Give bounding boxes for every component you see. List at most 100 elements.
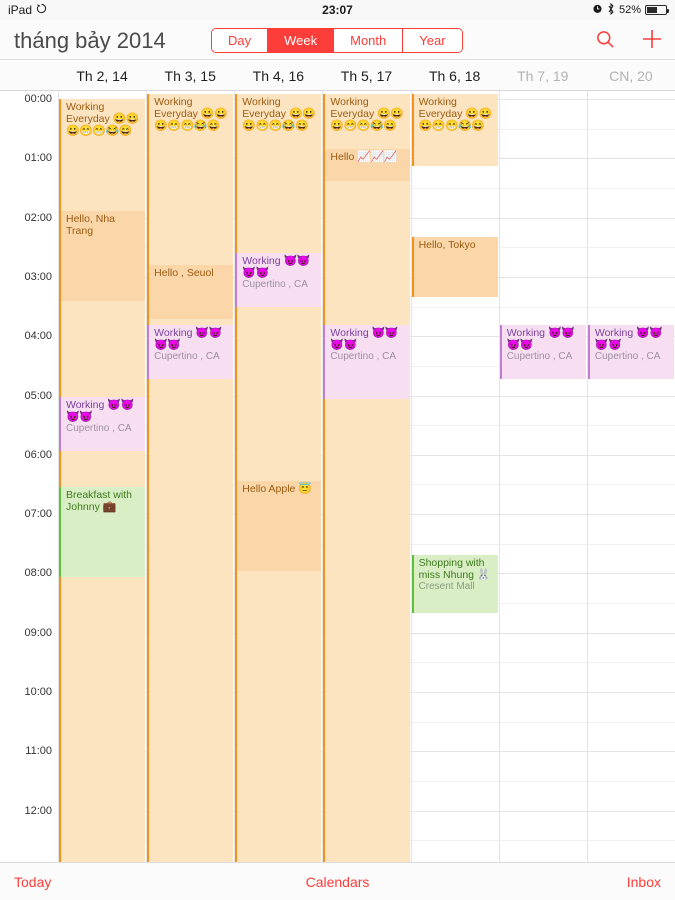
event-title: Working 😈😈😈😈 xyxy=(594,327,663,351)
calendar-event[interactable]: Hello, Nha Trang xyxy=(59,211,146,301)
calendar-event[interactable]: Working 😈😈😈😈 Cupertino , CA xyxy=(587,325,674,379)
time-label: 09:00 xyxy=(24,626,52,639)
event-emoji: 😈😈😈😈 xyxy=(242,255,310,279)
event-emoji: 😀😀😀😁😁😂😄 xyxy=(66,113,140,137)
search-icon[interactable] xyxy=(596,30,615,49)
event-title: Hello , Seuol xyxy=(154,267,214,279)
event-title: Working Everyday 😀😀😀😁😁😂😄 xyxy=(154,96,228,132)
event-emoji: 💼 xyxy=(102,501,117,513)
event-title: Hello Apple 😇 xyxy=(242,483,312,495)
calendar-event[interactable]: Working 😈😈😈😈 Cupertino , CA xyxy=(147,325,234,379)
alarm-icon xyxy=(592,3,603,17)
day-header-wed[interactable]: Th 4, 16 xyxy=(234,61,322,90)
event-emoji: 😀😀😀😁😁😂😄 xyxy=(242,108,316,132)
event-location: Cresent Mall xyxy=(418,581,475,592)
calendar-app: iPad 23:07 52% tháng bảy 2014 Day Week M… xyxy=(0,0,675,900)
time-label: 04:00 xyxy=(24,330,52,343)
nav-actions xyxy=(596,28,663,50)
day-header-mon[interactable]: Th 2, 14 xyxy=(58,61,146,90)
event-emoji: 😇 xyxy=(298,483,312,495)
event-location: Cupertino , CA xyxy=(506,351,573,362)
event-title: Hello, Nha Trang xyxy=(66,213,116,237)
status-bar: iPad 23:07 52% xyxy=(0,0,675,20)
calendar-event[interactable]: Hello 📈📈📈 xyxy=(323,149,410,181)
event-title: Hello 📈📈📈 xyxy=(330,151,397,163)
event-title: Working 😈😈😈😈 xyxy=(66,399,134,423)
event-emoji: 😈😈😈😈 xyxy=(506,327,575,351)
calendar-event[interactable]: Hello , Seuol xyxy=(147,265,234,319)
event-emoji: 📈📈📈 xyxy=(357,151,397,163)
time-label: 11:00 xyxy=(25,745,52,758)
column-divider xyxy=(498,91,500,862)
day-header-fri[interactable]: Th 6, 18 xyxy=(411,61,499,90)
calendar-event[interactable]: Hello, Tokyo xyxy=(411,237,498,297)
event-location: Cupertino , CA xyxy=(330,351,397,362)
day-header-gutter xyxy=(0,61,58,90)
battery-percent-label: 52% xyxy=(618,4,641,16)
calendar-event[interactable]: Working Everyday 😀😀😀😁😁😂😄 xyxy=(235,94,322,862)
time-label: 12:00 xyxy=(24,804,52,817)
calendar-event[interactable]: Working 😈😈😈😈 Cupertino , CA xyxy=(323,325,410,399)
time-label: 02:00 xyxy=(24,211,52,224)
event-title: Hello, Tokyo xyxy=(418,239,476,251)
plus-icon[interactable] xyxy=(641,28,663,50)
calendar-event[interactable]: Working 😈😈😈😈 Cupertino , CA xyxy=(235,253,322,307)
event-emoji: 😀😀😀😁😁😂😄 xyxy=(330,108,404,132)
nav-bar: tháng bảy 2014 Day Week Month Year xyxy=(0,20,675,60)
battery-icon xyxy=(645,5,669,15)
column-divider xyxy=(410,91,412,862)
calendar-event[interactable]: Working 😈😈😈😈 Cupertino , CA xyxy=(499,325,586,379)
day-header-sat[interactable]: Th 7, 19 xyxy=(499,61,587,90)
calendar-event[interactable]: Working Everyday 😀😀😀😁😁😂😄 xyxy=(411,94,498,166)
time-label: 08:00 xyxy=(24,567,52,580)
calendar-event[interactable]: Shopping with miss Nhung 🐰 Cresent Mall xyxy=(411,555,498,613)
event-location: Cupertino , CA xyxy=(66,423,132,434)
time-label: 01:00 xyxy=(24,152,52,165)
bluetooth-icon xyxy=(607,2,615,18)
tab-month[interactable]: Month xyxy=(334,29,404,52)
event-title: Working 😈😈😈😈 xyxy=(506,327,575,351)
day-header-tue[interactable]: Th 3, 15 xyxy=(146,61,234,90)
event-location: Cupertino , CA xyxy=(594,351,661,362)
page-title: tháng bảy 2014 xyxy=(14,28,166,53)
event-emoji: 😈😈😈😈 xyxy=(154,327,222,351)
event-emoji: 😈😈😈😈 xyxy=(594,327,663,351)
week-grid[interactable]: Working Everyday 😀😀😀😁😁😂😄 Hello, Nha Trang… xyxy=(0,91,675,862)
event-emoji: 😀😀😀😁😁😂😄 xyxy=(418,108,493,132)
calendar-event[interactable]: Hello Apple 😇 xyxy=(235,481,322,571)
column-divider xyxy=(586,91,588,862)
event-location: Cupertino , CA xyxy=(154,351,220,362)
view-mode-segmented-control[interactable]: Day Week Month Year xyxy=(211,28,463,53)
calendar-event[interactable]: Working Everyday 😀😀😀😁😁😂😄 xyxy=(323,94,410,862)
tab-year[interactable]: Year xyxy=(403,29,462,52)
day-header-sun[interactable]: CN, 20 xyxy=(587,61,675,90)
calendars-button[interactable]: Calendars xyxy=(0,874,675,890)
tab-day[interactable]: Day xyxy=(212,29,269,52)
time-label: 03:00 xyxy=(24,270,52,283)
event-title: Working Everyday 😀😀😀😁😁😂😄 xyxy=(242,96,316,132)
day-header-thu[interactable]: Th 5, 17 xyxy=(322,61,410,90)
calendar-event[interactable]: Working Everyday 😀😀😀😁😁😂😄 xyxy=(147,94,234,862)
time-label: 10:00 xyxy=(24,686,52,698)
calendar-event[interactable]: Working 😈😈😈😈 Cupertino , CA xyxy=(59,397,146,451)
event-emoji: 😈😈😈😈 xyxy=(330,327,399,351)
inbox-button[interactable]: Inbox xyxy=(627,874,661,890)
bottom-toolbar: Today Calendars Inbox xyxy=(0,862,675,900)
event-title: Breakfast with Johnny 💼 xyxy=(66,489,132,513)
event-location: Cupertino , CA xyxy=(242,279,308,290)
calendar-event[interactable]: Breakfast with Johnny 💼 xyxy=(59,487,146,577)
event-title: Working Everyday 😀😀😀😁😁😂😄 xyxy=(66,101,140,137)
event-title: Working 😈😈😈😈 xyxy=(330,327,399,351)
event-title: Working 😈😈😈😈 xyxy=(154,327,222,351)
event-emoji: 😈😈😈😈 xyxy=(66,399,134,423)
time-label: 07:00 xyxy=(24,508,52,521)
event-title: Working 😈😈😈😈 xyxy=(242,255,310,279)
time-gutter: 00:00 01:00 02:00 03:00 04:00 05:00 06:00 07:00… xyxy=(0,91,58,862)
tab-week[interactable]: Week xyxy=(268,29,335,52)
day-header-row: Th 2, 14 Th 3, 15 Th 4, 16 Th 5, 17 Th 6… xyxy=(0,61,675,91)
time-label: 00:00 xyxy=(24,93,52,105)
event-title: Working Everyday 😀😀😀😁😁😂😄 xyxy=(330,96,404,132)
status-bar-right: 52% xyxy=(592,2,669,18)
event-emoji: 🐰 xyxy=(476,569,491,581)
event-title: Shopping with miss Nhung 🐰 xyxy=(418,557,491,581)
